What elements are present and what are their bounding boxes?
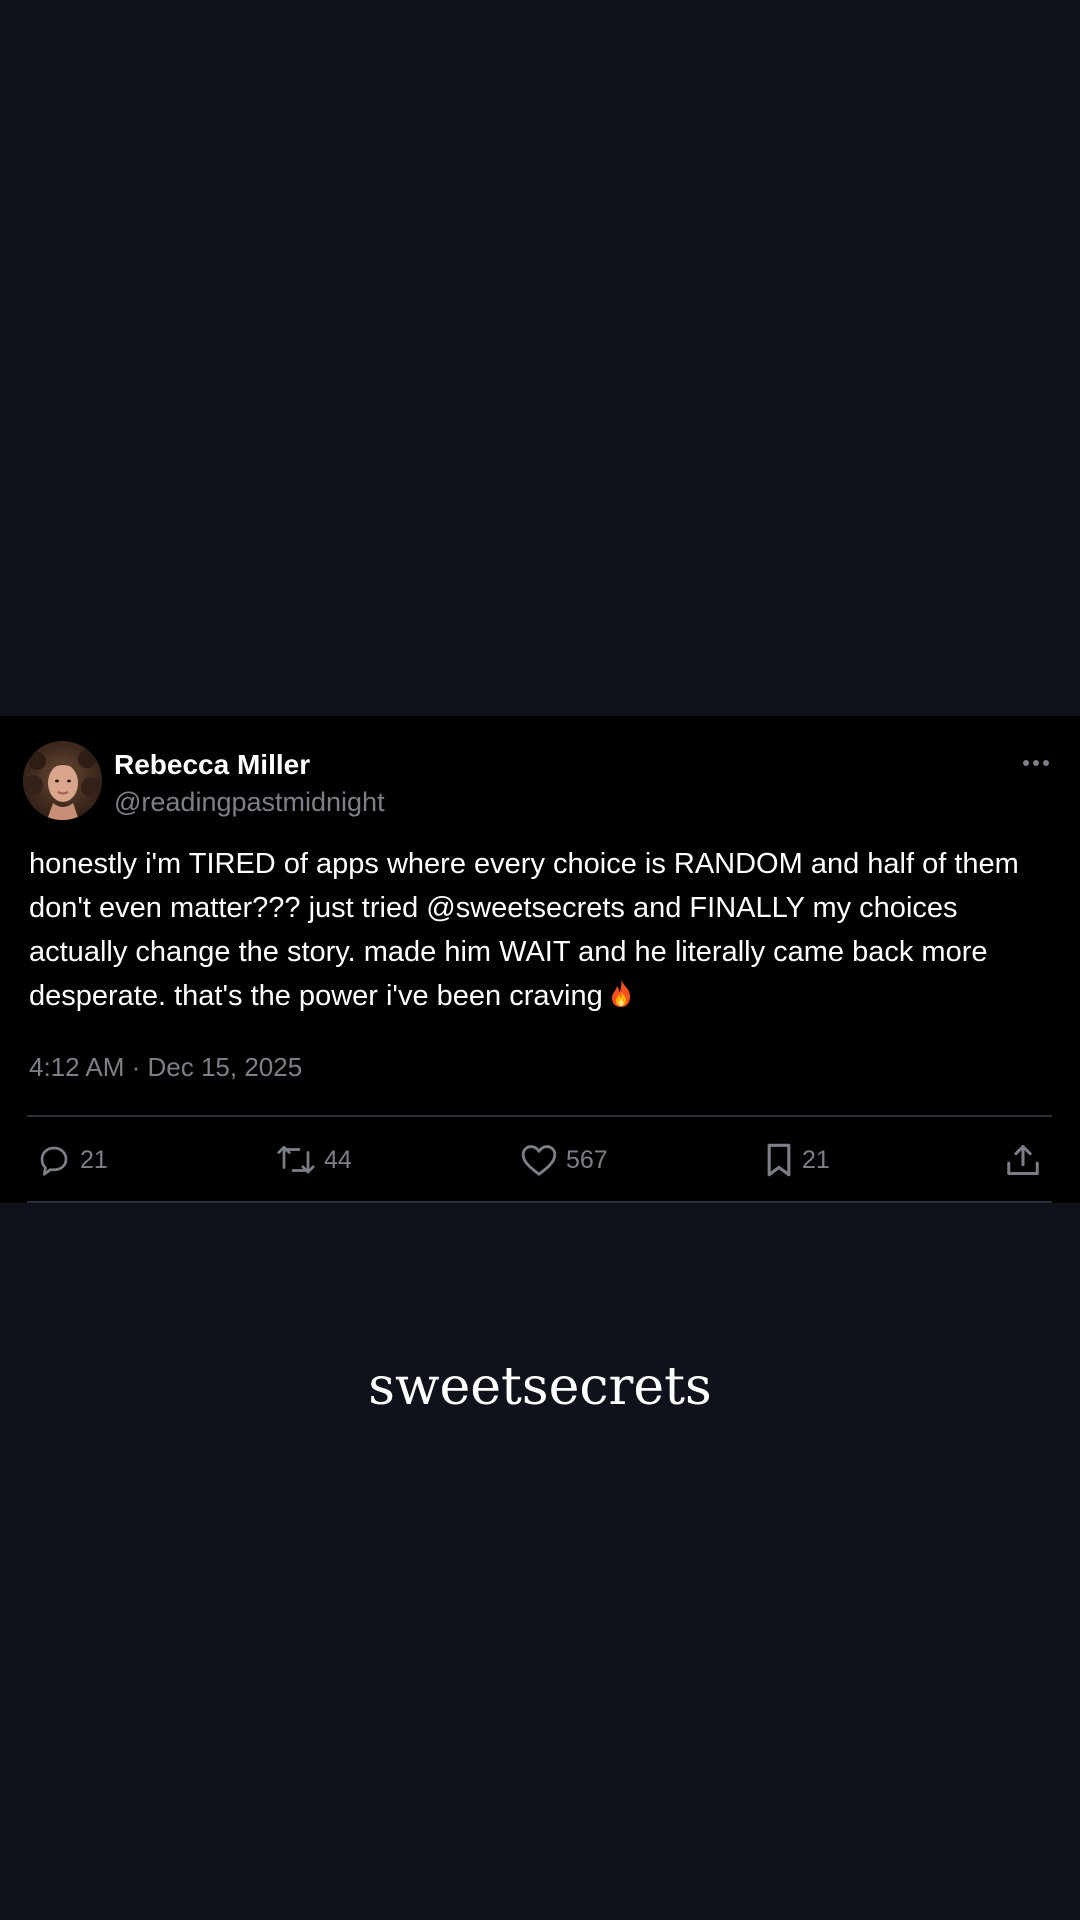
share-button[interactable] — [1004, 1140, 1042, 1180]
retweet-icon — [277, 1145, 315, 1174]
bookmark-button[interactable]: 21 — [764, 1140, 830, 1180]
share-icon — [1007, 1145, 1039, 1175]
actions-divider-top — [27, 1115, 1052, 1117]
retweet-button[interactable]: 44 — [276, 1140, 352, 1180]
fire-emoji-icon — [611, 979, 630, 1007]
tweet-timestamp[interactable]: 4:12 AM · Dec 15, 2025 — [29, 1050, 302, 1084]
actions-divider-bottom — [27, 1201, 1052, 1203]
reply-count: 21 — [80, 1145, 108, 1174]
brand-wordmark: sweetsecrets — [368, 1357, 712, 1417]
more-options-button[interactable] — [1016, 748, 1056, 778]
tweet-body: honestly i'm TIRED of apps where every c… — [29, 848, 1019, 1012]
author-name[interactable]: Rebecca Miller — [114, 748, 310, 782]
like-button[interactable]: 567 — [520, 1140, 608, 1180]
bookmark-icon — [767, 1143, 791, 1177]
heart-icon — [521, 1145, 557, 1176]
more-horizontal-icon — [1023, 760, 1049, 766]
reply-button[interactable]: 21 — [36, 1140, 108, 1180]
ad-page: Rebecca Miller @readingpastmidnight hone… — [0, 0, 1080, 1920]
avatar-photo — [23, 741, 102, 820]
reply-icon — [40, 1146, 68, 1176]
tweet-text: honestly i'm TIRED of apps where every c… — [29, 842, 1059, 1018]
author-handle[interactable]: @readingpastmidnight — [114, 785, 385, 819]
avatar[interactable] — [23, 741, 102, 820]
retweet-count: 44 — [324, 1145, 352, 1174]
bookmark-count: 21 — [802, 1145, 830, 1174]
like-count: 567 — [566, 1145, 608, 1174]
